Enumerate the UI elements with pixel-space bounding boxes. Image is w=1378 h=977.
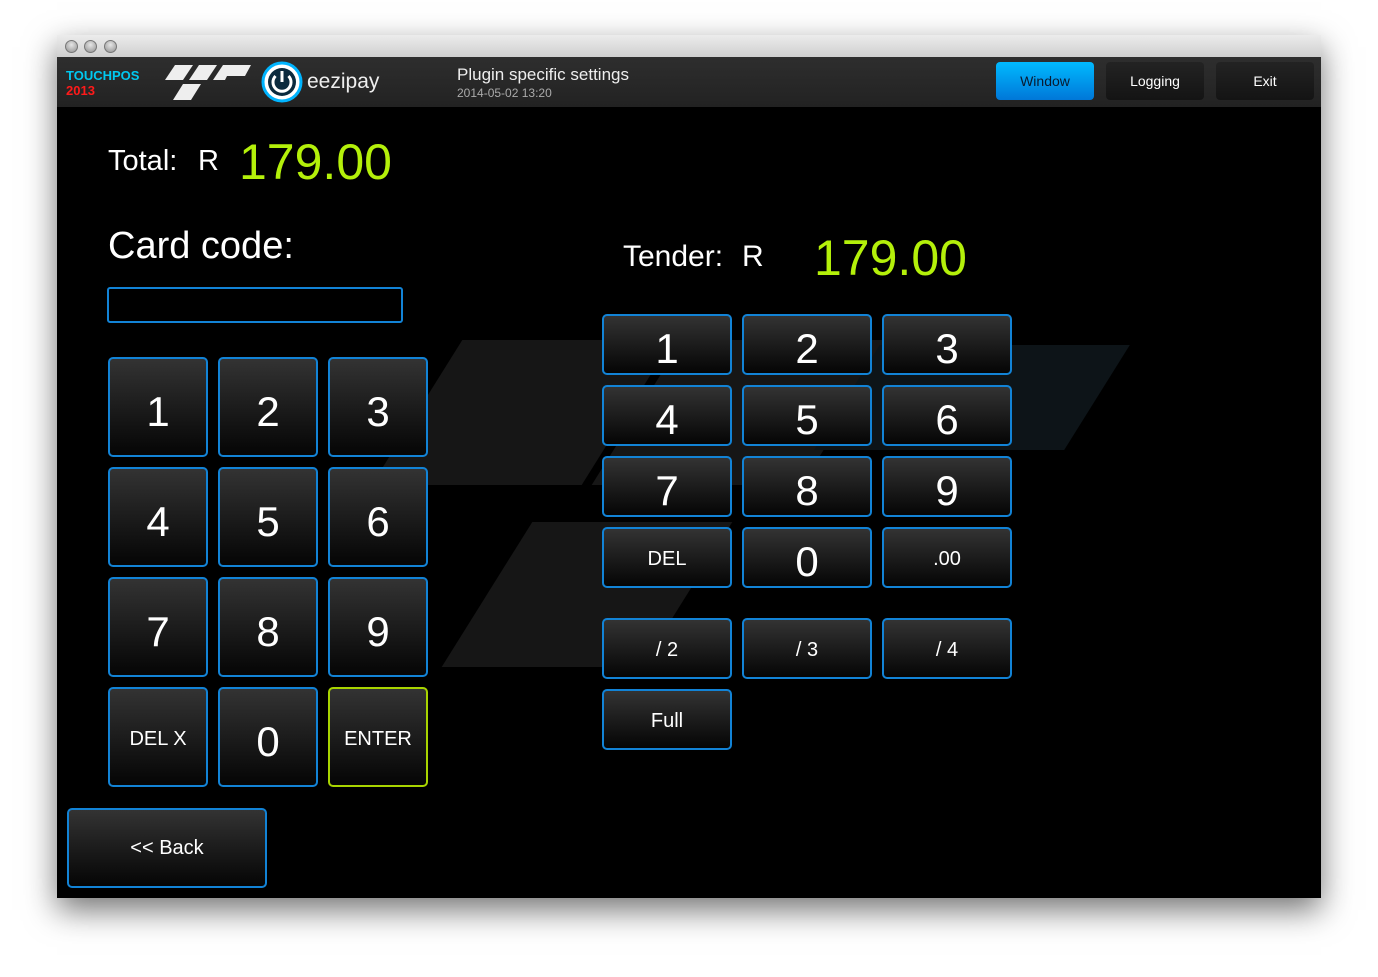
logging-button[interactable]: Logging [1106, 62, 1204, 100]
header-bar: TOUCHPOS 2013 eezipay Plugin specific se… [57, 57, 1321, 107]
tender-key-5[interactable]: 5 [742, 385, 872, 446]
split-2-button[interactable]: / 2 [602, 618, 732, 679]
timestamp: 2014-05-02 13:20 [457, 86, 552, 100]
total-amount: 179.00 [239, 134, 392, 190]
card-key-8[interactable]: 8 [218, 577, 318, 677]
exit-button[interactable]: Exit [1216, 62, 1314, 100]
tender-key-9[interactable]: 9 [882, 456, 1012, 517]
split-3-button[interactable]: / 3 [742, 618, 872, 679]
title-bar [57, 35, 1321, 58]
tender-amount: 179.00 [814, 230, 967, 286]
split-4-button[interactable]: / 4 [882, 618, 1012, 679]
tender-key-3[interactable]: 3 [882, 314, 1012, 375]
card-key-3[interactable]: 3 [328, 357, 428, 457]
touchpos-logo-icon [165, 65, 251, 100]
card-key-enter[interactable]: ENTER [328, 687, 428, 787]
page-title: Plugin specific settings [457, 65, 629, 84]
card-key-2[interactable]: 2 [218, 357, 318, 457]
card-key-1[interactable]: 1 [108, 357, 208, 457]
back-button[interactable]: << Back [67, 808, 267, 888]
tender-key-6[interactable]: 6 [882, 385, 1012, 446]
card-key-7[interactable]: 7 [108, 577, 208, 677]
tender-key-0[interactable]: 0 [742, 527, 872, 588]
card-key-del-x[interactable]: DEL X [108, 687, 208, 787]
tender-key-8[interactable]: 8 [742, 456, 872, 517]
brand-name: TOUCHPOS [66, 68, 140, 83]
card-code-label: Card code: [108, 225, 294, 267]
app-window: TOUCHPOS 2013 eezipay Plugin specific se… [57, 35, 1321, 898]
tender-key-4[interactable]: 4 [602, 385, 732, 446]
tender-key-double-zero[interactable]: .00 [882, 527, 1012, 588]
tender-currency: R [742, 240, 764, 273]
tender-key-2[interactable]: 2 [742, 314, 872, 375]
zoom-button[interactable] [104, 40, 117, 53]
window-button[interactable]: Window [996, 62, 1094, 100]
brand-year: 2013 [66, 83, 95, 98]
card-key-5[interactable]: 5 [218, 467, 318, 567]
power-logo-icon [261, 61, 303, 103]
tender-key-1[interactable]: 1 [602, 314, 732, 375]
eezipay-logo-text: eezipay [307, 70, 380, 93]
card-key-4[interactable]: 4 [108, 467, 208, 567]
full-amount-button[interactable]: Full [602, 689, 732, 750]
card-key-6[interactable]: 6 [328, 467, 428, 567]
card-key-0[interactable]: 0 [218, 687, 318, 787]
total-label: Total: [108, 145, 178, 177]
close-button[interactable] [65, 40, 78, 53]
card-code-input[interactable] [107, 287, 403, 323]
tender-label: Tender: [623, 240, 724, 273]
minimize-button[interactable] [84, 40, 97, 53]
total-currency: R [198, 145, 219, 177]
tender-key-7[interactable]: 7 [602, 456, 732, 517]
tender-key-del[interactable]: DEL [602, 527, 732, 588]
card-key-9[interactable]: 9 [328, 577, 428, 677]
